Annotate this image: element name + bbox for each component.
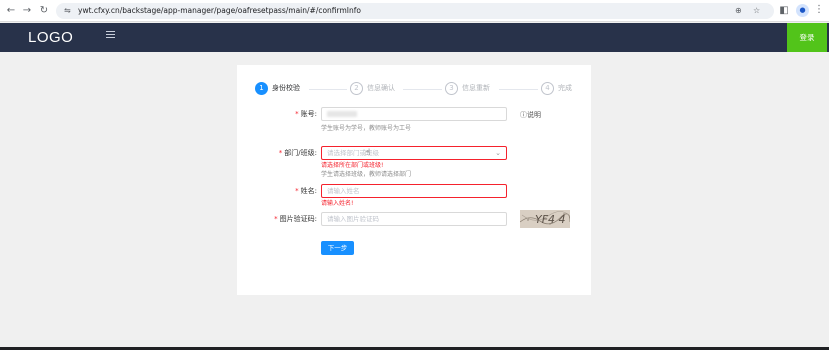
step-number: 1 bbox=[255, 82, 268, 95]
account-label: * 账号: bbox=[295, 110, 317, 118]
step-number: 3 bbox=[445, 82, 458, 95]
zoom-icon[interactable]: ⊕ bbox=[735, 5, 742, 17]
side-panel-icon[interactable]: ◧ bbox=[778, 4, 790, 18]
address-url[interactable]: ywt.cfxy.cn/backstage/app-manager/page/o… bbox=[78, 4, 361, 18]
department-select[interactable]: 请选择部门或班级 ☝ ⌄ bbox=[321, 146, 507, 160]
address-bar[interactable]: ⇋ ywt.cfxy.cn/backstage/app-manager/page… bbox=[56, 3, 774, 19]
captcha-text: YF4 4 bbox=[535, 213, 566, 226]
step-connector bbox=[309, 89, 347, 90]
logo: LOGO bbox=[28, 29, 74, 46]
department-error: 请选择所在部门或班级! bbox=[321, 162, 384, 169]
next-button[interactable]: 下一步 bbox=[321, 241, 354, 255]
name-label: * 姓名: bbox=[295, 187, 317, 195]
account-value-blurred bbox=[327, 111, 357, 117]
account-input[interactable] bbox=[321, 107, 507, 121]
captcha-label: * 图片验证码: bbox=[274, 215, 317, 223]
step-label: 完成 bbox=[558, 84, 572, 92]
reload-icon[interactable]: ↻ bbox=[38, 4, 50, 18]
app-header: LOGO 登录 bbox=[0, 23, 829, 52]
forward-arrow-icon[interactable]: → bbox=[21, 4, 33, 18]
account-hint: 学生账号为学号，教师账号为工号 bbox=[321, 125, 412, 132]
mouse-cursor-icon: ☝ bbox=[365, 148, 371, 158]
browser-menu-icon[interactable]: ⋮ bbox=[814, 3, 824, 17]
reset-password-card: 1 身份校验 2 信息确认 3 信息重新 4 完成 * 账号: 学生账号为学号，教… bbox=[237, 65, 591, 295]
captcha-input[interactable]: 请输入图片验证码 bbox=[321, 212, 507, 226]
bookmark-star-icon[interactable]: ☆ bbox=[753, 5, 760, 17]
login-button[interactable]: 登录 bbox=[787, 23, 827, 52]
captcha-image[interactable]: YF4 4 bbox=[520, 210, 570, 228]
site-info-icon[interactable]: ⇋ bbox=[64, 5, 71, 17]
chevron-down-icon: ⌄ bbox=[495, 149, 501, 157]
name-input[interactable]: 请输入姓名 bbox=[321, 184, 507, 198]
name-placeholder: 请输入姓名 bbox=[327, 187, 360, 195]
step-number: 2 bbox=[350, 82, 363, 95]
profile-avatar-icon[interactable]: ● bbox=[796, 4, 809, 17]
step-number: 4 bbox=[541, 82, 554, 95]
department-label: * 部门/班级: bbox=[278, 149, 317, 157]
captcha-placeholder: 请输入图片验证码 bbox=[327, 215, 379, 223]
step-label: 信息确认 bbox=[367, 84, 395, 92]
menu-toggle-icon[interactable] bbox=[106, 31, 115, 39]
name-error: 请输入姓名! bbox=[321, 200, 354, 207]
department-placeholder: 请选择部门或班级 bbox=[327, 149, 379, 157]
department-hint: 学生请选择班级，教师请选择部门 bbox=[321, 171, 412, 178]
step-label: 身份校验 bbox=[272, 84, 300, 92]
info-circle-icon: ⓘ bbox=[520, 111, 527, 119]
browser-toolbar: ← → ↻ ⇋ ywt.cfxy.cn/backstage/app-manage… bbox=[0, 0, 829, 22]
step-label: 信息重新 bbox=[462, 84, 490, 92]
back-arrow-icon[interactable]: ← bbox=[5, 4, 17, 18]
step-connector bbox=[499, 89, 538, 90]
explain-link[interactable]: ⓘ说明 bbox=[520, 110, 541, 120]
step-connector bbox=[403, 89, 442, 90]
